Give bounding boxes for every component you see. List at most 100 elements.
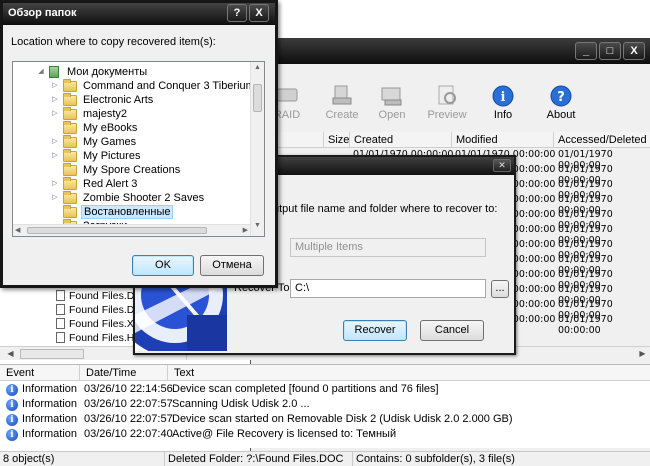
cancel-folder-button[interactable]: Отмена — [200, 255, 264, 276]
folder-icon — [63, 107, 77, 120]
expand-arrow-icon[interactable]: ▷ — [51, 107, 59, 121]
expand-arrow-icon[interactable]: ▷ — [51, 177, 59, 191]
expand-arrow-icon[interactable]: ▷ — [51, 149, 59, 163]
tree-file-item[interactable]: Found Files.HTI — [56, 331, 144, 345]
tree-item-label: My eBooks — [83, 122, 138, 134]
cancel-button[interactable]: Cancel — [420, 320, 484, 341]
log-event: Information — [22, 398, 78, 410]
about-button[interactable]: ? About — [531, 84, 591, 121]
help-button[interactable]: ? — [227, 4, 247, 22]
scroll-up-icon[interactable]: ▲ — [253, 64, 262, 74]
tree-item-label: My Pictures — [83, 150, 141, 162]
browse-folder-dialog: Обзор папок ? X Location where to copy r… — [0, 0, 278, 288]
log-time: 03/26/10 22:14:56 — [84, 383, 173, 395]
log-column-event[interactable]: Event — [0, 365, 80, 381]
recover-to-field[interactable]: C:\ — [290, 279, 486, 298]
log-text: Scanning Udisk Udisk 2.0 ... — [172, 398, 310, 410]
toolbar-label: Info — [493, 109, 513, 121]
tree-item[interactable]: ▷ Electronic Arts — [13, 93, 249, 107]
main-close-button[interactable]: X — [623, 42, 645, 60]
recover-close-button[interactable]: ✕ — [493, 159, 511, 172]
log-text: Device scan started on Removable Disk 2 … — [172, 413, 513, 425]
tree-item[interactable]: ▷ My Pictures — [13, 149, 249, 163]
expand-arrow-icon[interactable]: ▷ — [51, 191, 59, 205]
minimize-button[interactable]: _ — [575, 42, 597, 60]
tree-item[interactable]: My Spore Creations — [13, 163, 249, 177]
tree-item-label: Electronic Arts — [83, 94, 154, 106]
ok-button[interactable]: OK — [132, 255, 194, 276]
scroll-left-icon[interactable]: ◀ — [4, 348, 17, 360]
svg-text:i: i — [501, 90, 506, 105]
log-time: 03/26/10 22:07:57 — [84, 413, 173, 425]
info-button[interactable]: i Info — [473, 84, 533, 121]
tree-horizontal-scrollbar[interactable]: ◀ ▶ — [13, 224, 250, 236]
log-row[interactable]: i Information 03/26/10 22:07:57 Device s… — [0, 412, 650, 427]
scroll-thumb[interactable] — [20, 349, 84, 359]
browse-titlebar[interactable]: Обзор папок ? X — [3, 3, 275, 25]
recover-instruction: utput file name and folder where to reco… — [273, 203, 498, 215]
status-bar: 8 object(s) Deleted Folder: ?:\Found Fil… — [0, 451, 650, 466]
column-size[interactable]: Size — [323, 132, 349, 148]
log-event: Information — [22, 428, 78, 440]
tree-item-selected[interactable]: Востановленные — [13, 205, 249, 219]
tree-file-item[interactable]: Found Files.XM — [56, 317, 143, 331]
tree-item-label: Востановленные — [81, 205, 174, 219]
tree-item-label: Red Alert 3 — [83, 178, 138, 190]
file-icon — [56, 318, 65, 329]
folder-icon — [63, 163, 77, 176]
information-icon: i — [6, 414, 18, 426]
scroll-right-icon[interactable]: ▶ — [636, 348, 649, 360]
log-column-text[interactable]: Text — [168, 365, 650, 381]
log-row[interactable]: i Information 03/26/10 22:14:56 Device s… — [0, 382, 650, 397]
log-row[interactable]: i Information 03/26/10 22:07:40 Active@ … — [0, 427, 650, 442]
folder-icon — [63, 149, 77, 162]
tree-item[interactable]: My eBooks — [13, 121, 249, 135]
expand-arrow-icon[interactable]: ▷ — [51, 79, 59, 93]
column-accessed[interactable]: Accessed/Deleted — [553, 132, 650, 148]
open-button[interactable]: Open — [362, 84, 422, 121]
information-icon: i — [6, 384, 18, 396]
file-name-field[interactable]: Multiple Items — [290, 238, 486, 257]
toolbar-label: About — [546, 109, 576, 121]
log-event: Information — [22, 383, 78, 395]
status-contains: Contains: 0 subfolder(s), 3 file(s) — [356, 453, 515, 465]
info-icon: i — [492, 85, 514, 107]
column-modified[interactable]: Modified — [451, 132, 553, 148]
scroll-left-icon[interactable]: ◀ — [15, 226, 20, 234]
collapse-arrow-icon[interactable]: ◢ — [37, 65, 45, 79]
column-created[interactable]: Created — [349, 132, 451, 148]
file-list-header: Size Created Modified Accessed/Deleted — [251, 132, 650, 148]
folder-icon — [63, 135, 77, 148]
browse-button[interactable]: ... — [491, 280, 509, 298]
expand-arrow-icon[interactable]: ▷ — [51, 135, 59, 149]
tree-item-label: Command and Conquer 3 Tiberium Wars — [83, 80, 265, 92]
tree-item[interactable]: ▷ Red Alert 3 — [13, 177, 249, 191]
recover-button[interactable]: Recover — [343, 320, 407, 341]
toolbar: RAID Create Open Preview i Info ? About — [251, 84, 650, 124]
tree-item-label: My Spore Creations — [83, 164, 181, 176]
expand-arrow-icon[interactable]: ▷ — [51, 93, 59, 107]
open-icon — [381, 87, 402, 106]
folder-icon — [63, 205, 77, 218]
scroll-right-icon[interactable]: ▶ — [243, 226, 248, 234]
maximize-button[interactable]: □ — [599, 42, 621, 60]
tree-scroll-thumb[interactable] — [253, 84, 262, 112]
tree-item[interactable]: ▷ My Games — [13, 135, 249, 149]
svg-text:?: ? — [557, 90, 565, 105]
tree-vertical-scrollbar[interactable]: ▲ ▼ — [250, 62, 264, 236]
log-column-datetime[interactable]: Date/Time — [80, 365, 168, 381]
preview-button[interactable]: Preview — [417, 84, 477, 121]
log-text: Active@ File Recovery is licensed to: Те… — [172, 428, 397, 440]
browse-close-button[interactable]: X — [249, 4, 269, 22]
documents-icon — [49, 66, 59, 78]
tree-item[interactable]: ▷ majesty2 — [13, 107, 249, 121]
tree-item[interactable]: ▷ Zombie Shooter 2 Saves — [13, 191, 249, 205]
log-time: 03/26/10 22:07:40 — [84, 428, 173, 440]
tree-item-label: majesty2 — [83, 108, 128, 120]
log-row[interactable]: i Information 03/26/10 22:07:57 Scanning… — [0, 397, 650, 412]
tree-item[interactable]: ▷ Command and Conquer 3 Tiberium Wars — [13, 79, 264, 93]
scroll-down-icon[interactable]: ▼ — [253, 222, 262, 232]
folder-tree-view[interactable]: ◢ Мои документы ▷ Command and Conquer 3 … — [12, 61, 265, 237]
tree-item-root[interactable]: ◢ Мои документы — [13, 65, 249, 79]
tree-hscroll-thumb[interactable] — [27, 227, 207, 234]
